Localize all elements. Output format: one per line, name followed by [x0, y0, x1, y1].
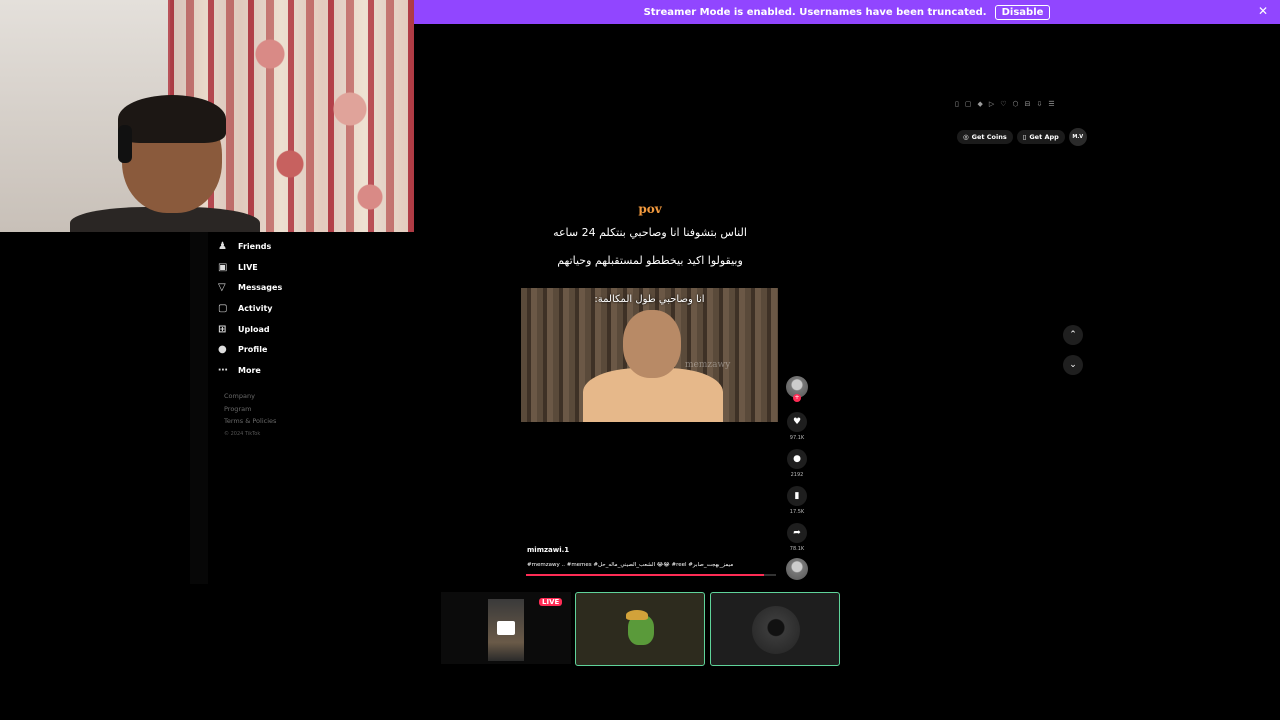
caption-line-1: الناس بتشوفنا انا وصاحبي بنتكلم 24 ساعه	[553, 226, 747, 239]
follow-plus-icon[interactable]: +	[793, 394, 801, 402]
play-icon[interactable]: ▷	[989, 100, 994, 108]
tab-icon[interactable]: ▢	[965, 100, 972, 108]
heart-icon[interactable]: ♡	[1000, 100, 1006, 108]
like-count: 97.1K	[789, 435, 805, 441]
shield-icon[interactable]: ◆	[977, 100, 982, 108]
share-count: 78.1K	[789, 546, 805, 552]
sidebar-item-label: Messages	[238, 283, 283, 293]
get-app-button[interactable]: ▯ Get App	[1016, 130, 1065, 144]
extension-icon[interactable]: ⬡	[1013, 100, 1019, 108]
comment-icon[interactable]: ●	[787, 449, 807, 469]
orb-emote-icon	[752, 606, 800, 654]
get-app-label: Get App	[1029, 133, 1059, 141]
sidebar-item-friends[interactable]: ♟ Friends	[218, 236, 282, 257]
phone-icon: ▯	[1022, 133, 1027, 141]
sidebar-item-more[interactable]: ⋯ More	[218, 360, 282, 381]
live-badge: LIVE	[539, 598, 563, 606]
friends-icon: ♟	[218, 240, 227, 252]
disable-streamer-mode-button[interactable]: Disable	[994, 4, 1051, 20]
emote-thumbnail-orb[interactable]	[710, 592, 840, 666]
video-username[interactable]: mimzawi.1	[527, 546, 569, 554]
sidebar: ♟ Friends ▣ LIVE ▽ Messages ▢ Activity ⊞…	[190, 232, 320, 584]
get-coins-label: Get Coins	[971, 133, 1007, 141]
activity-icon: ▢	[218, 302, 228, 314]
browser-toolbar-icons: ▯ ▢ ◆ ▷ ♡ ⬡ ⊟ ⇩ ☰	[955, 100, 1055, 108]
sidebar-item-profile[interactable]: ● Profile	[218, 339, 282, 360]
header-actions: ◎ Get Coins ▯ Get App M.V	[957, 128, 1087, 146]
caption-line-2: وبيقولوا اكيد بيخططو لمستقبلهم وحياتهم	[557, 254, 743, 267]
profile-icon: ●	[218, 344, 227, 356]
video-person-head	[623, 310, 681, 378]
sidebar-item-messages[interactable]: ▽ Messages	[218, 277, 282, 298]
video-subtitle: انا وصاحبي طول المكالمة:	[594, 294, 705, 305]
streamer-hair	[118, 95, 226, 143]
sidebar-item-upload[interactable]: ⊞ Upload	[218, 319, 282, 340]
messages-icon: ▽	[218, 282, 226, 294]
sidebar-item-live[interactable]: ▣ LIVE	[218, 257, 282, 278]
author-avatar[interactable]: +	[786, 376, 808, 402]
heart-icon[interactable]: ♥	[787, 412, 807, 432]
sidebar-item-label: Activity	[238, 303, 273, 313]
comment-count: 2192	[790, 472, 804, 478]
sound-avatar[interactable]	[786, 558, 808, 580]
sidebar-rail	[190, 232, 208, 584]
feed-navigation: ⌃ ⌄	[1063, 325, 1083, 385]
more-icon: ⋯	[218, 364, 228, 376]
video-progress-bar[interactable]	[526, 574, 776, 576]
avatar[interactable]: M.V	[1068, 128, 1087, 146]
sidebar-footer: Company Program Terms & Policies © 2024 …	[224, 390, 276, 440]
menu-icon[interactable]: ☰	[1048, 100, 1054, 108]
streamer-figure	[70, 95, 260, 232]
monitor-icon	[497, 621, 515, 635]
banner-message: Streamer Mode is enabled. Usernames have…	[643, 6, 987, 18]
chevron-up-icon[interactable]: ⌃	[1063, 325, 1083, 345]
sidebar-item-label: Friends	[238, 241, 272, 251]
like-action[interactable]: ♥ 97.1K	[786, 412, 808, 441]
upload-icon: ⊞	[218, 323, 227, 335]
video-watermark: memzawy	[685, 360, 731, 370]
comment-action[interactable]: ● 2192	[786, 449, 808, 478]
footer-link-terms[interactable]: Terms & Policies	[224, 415, 276, 428]
caption-pov: pov	[638, 202, 662, 216]
emote-thumbnail-pepe[interactable]	[575, 592, 705, 666]
share-icon[interactable]: ➦	[787, 523, 807, 543]
footer-copyright: © 2024 TikTok	[224, 430, 261, 437]
chevron-down-icon[interactable]: ⌄	[1063, 355, 1083, 375]
video-hashtags[interactable]: #memzawy .. #memes #الشعب_الصيني_ماله_حل…	[527, 562, 777, 568]
footer-link-company[interactable]: Company	[224, 390, 276, 403]
video-player[interactable]: انا وصاحبي طول المكالمة: memzawy	[521, 288, 778, 422]
sidebar-nav: ♟ Friends ▣ LIVE ▽ Messages ▢ Activity ⊞…	[218, 236, 282, 381]
save-action[interactable]: ▮ 17.5K	[786, 486, 808, 515]
sidebar-item-label: Upload	[238, 324, 270, 334]
get-coins-button[interactable]: ◎ Get Coins	[957, 130, 1013, 144]
webcam-overlay	[0, 0, 414, 232]
webcam-curtain-pattern	[210, 10, 410, 230]
sidebar-item-label: More	[238, 365, 261, 375]
streamer-mode-banner: Streamer Mode is enabled. Usernames have…	[414, 0, 1280, 24]
sidebar-item-label: LIVE	[238, 262, 258, 272]
sound-disc-icon[interactable]	[786, 558, 808, 580]
pepe-hat-icon	[626, 610, 648, 620]
share-action[interactable]: ➦ 78.1K	[786, 523, 808, 552]
lock-icon[interactable]: ⊟	[1025, 100, 1031, 108]
sidebar-item-label: Profile	[238, 345, 268, 355]
close-icon[interactable]: ✕	[1258, 4, 1268, 18]
bookmark-icon[interactable]: ▮	[787, 486, 807, 506]
live-icon: ▣	[218, 261, 228, 273]
live-thumbnail-preview	[488, 599, 524, 661]
live-thumbnail[interactable]: LIVE	[441, 592, 571, 664]
save-count: 17.5K	[789, 509, 805, 515]
author-avatar-button[interactable]: +	[786, 376, 808, 402]
coin-icon: ◎	[963, 133, 969, 141]
download-icon[interactable]: ⇩	[1037, 100, 1043, 108]
headset-icon	[118, 125, 132, 163]
sidebar-item-activity[interactable]: ▢ Activity	[218, 298, 282, 319]
footer-link-program[interactable]: Program	[224, 403, 276, 416]
video-progress-fill	[526, 574, 764, 576]
bookmark-icon[interactable]: ▯	[955, 100, 959, 108]
